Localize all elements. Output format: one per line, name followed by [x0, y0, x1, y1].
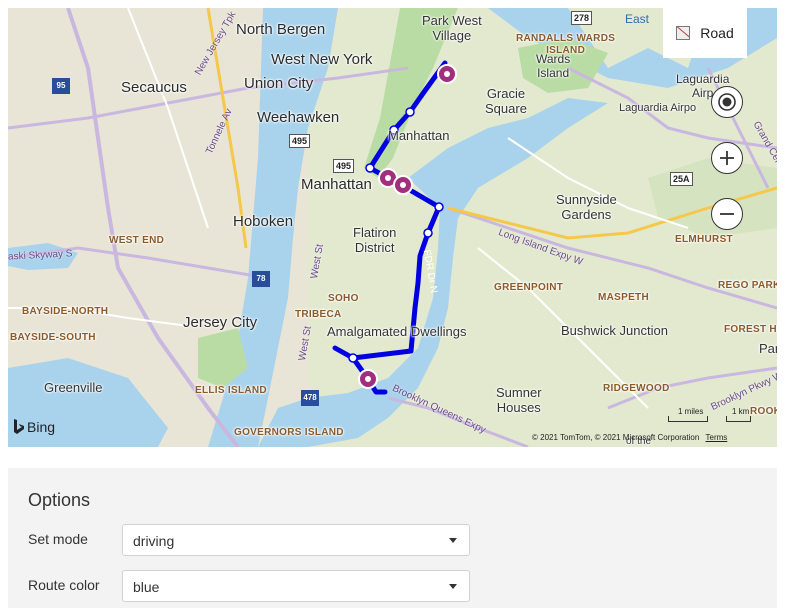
place-label: Sumner Houses	[496, 385, 542, 415]
scale-bar-km	[726, 416, 751, 422]
place-label: Greenville	[44, 380, 103, 395]
scale-bar-miles	[668, 416, 708, 422]
place-label: SOHO	[328, 293, 359, 304]
route-color-label: Route color	[28, 577, 100, 593]
map-style-label: Road	[700, 25, 734, 41]
options-title: Options	[28, 490, 91, 510]
place-label: REGO PARK	[718, 280, 777, 291]
place-label: Secaucus	[121, 79, 187, 96]
scale-km: 1 km	[732, 407, 750, 416]
chevron-down-icon	[449, 584, 457, 589]
route-shield: 278	[571, 11, 593, 25]
place-label: Jersey City	[183, 314, 258, 331]
place-label: WEST END	[109, 235, 165, 246]
place-label: Laguardia Airpo	[619, 102, 697, 114]
mode-label: Set mode	[28, 531, 88, 547]
place-label: Bushwick Junction	[561, 323, 668, 338]
road-style-icon	[676, 26, 691, 40]
route-shield: 478	[301, 390, 319, 406]
water-label: East	[625, 12, 650, 26]
terms-link[interactable]: Terms	[706, 433, 728, 442]
bing-logo: Bing	[13, 419, 55, 435]
place-label: North Bergen	[236, 21, 326, 38]
place-label: Sunnyside Gardens	[556, 192, 617, 222]
place-label: Union City	[244, 75, 314, 92]
place-label: ELLIS ISLAND	[195, 385, 267, 396]
place-label: Weehawken	[257, 109, 340, 126]
route-shield: 495	[289, 134, 311, 148]
place-label: Wards Island	[536, 52, 571, 80]
map-view[interactable]: North Bergen West New York Union City Se…	[8, 8, 777, 447]
bing-logo-icon	[14, 419, 24, 434]
attribution-text: © 2021 TomTom, © 2021 Microsoft Corporat…	[532, 433, 700, 442]
place-label: ELMHURST	[675, 234, 733, 245]
place-label: Gracie Square	[485, 86, 527, 116]
scale-miles: 1 miles	[678, 407, 704, 416]
place-label: GOVERNORS ISLAND	[234, 427, 344, 438]
place-label: Amalgamated Dwellings	[327, 324, 467, 339]
zoom-in-button[interactable]	[711, 142, 743, 174]
place-label: ROOK	[750, 406, 777, 417]
plus-icon	[720, 151, 734, 165]
place-label: Park West Village	[422, 13, 482, 43]
place-label: BAYSIDE-NORTH	[22, 306, 109, 317]
locate-icon	[718, 93, 736, 111]
map-style-button[interactable]: Road	[663, 8, 747, 58]
route-color-select[interactable]: blue	[122, 570, 470, 602]
route-shield: 78	[252, 271, 270, 287]
place-label: Hoboken	[233, 213, 294, 230]
place-label: West New York	[271, 51, 373, 68]
place-label: Manhattan	[301, 176, 372, 193]
route-shield: 95	[52, 78, 70, 94]
chevron-down-icon	[449, 538, 457, 543]
mode-select[interactable]: driving	[122, 524, 470, 556]
map-attribution: © 2021 TomTom, © 2021 Microsoft Corporat…	[532, 433, 727, 442]
place-label: Par	[759, 341, 777, 356]
place-label: Flatiron District	[353, 225, 397, 255]
minus-icon	[720, 213, 734, 215]
route-shield: 25A	[670, 172, 693, 186]
options-panel: Options Set mode driving Route color blu…	[8, 468, 777, 608]
bing-logo-text: Bing	[27, 419, 56, 435]
route-shield: 495	[333, 159, 355, 173]
map-pin[interactable]	[437, 64, 457, 84]
place-label: MASPETH	[598, 292, 649, 303]
place-label: BAYSIDE-SOUTH	[10, 332, 96, 343]
map-pin[interactable]	[358, 369, 378, 389]
map-pin[interactable]	[393, 175, 413, 195]
place-label: GREENPOINT	[494, 282, 564, 293]
place-label: TRIBECA	[295, 309, 342, 320]
place-label: Manhattan	[388, 128, 450, 143]
place-label: RIDGEWOOD	[603, 383, 670, 394]
place-label: FOREST HI	[724, 324, 777, 335]
route-color-select-value: blue	[133, 579, 160, 595]
zoom-out-button[interactable]	[711, 198, 743, 230]
mode-select-value: driving	[133, 533, 175, 549]
locate-me-button[interactable]	[711, 86, 743, 118]
